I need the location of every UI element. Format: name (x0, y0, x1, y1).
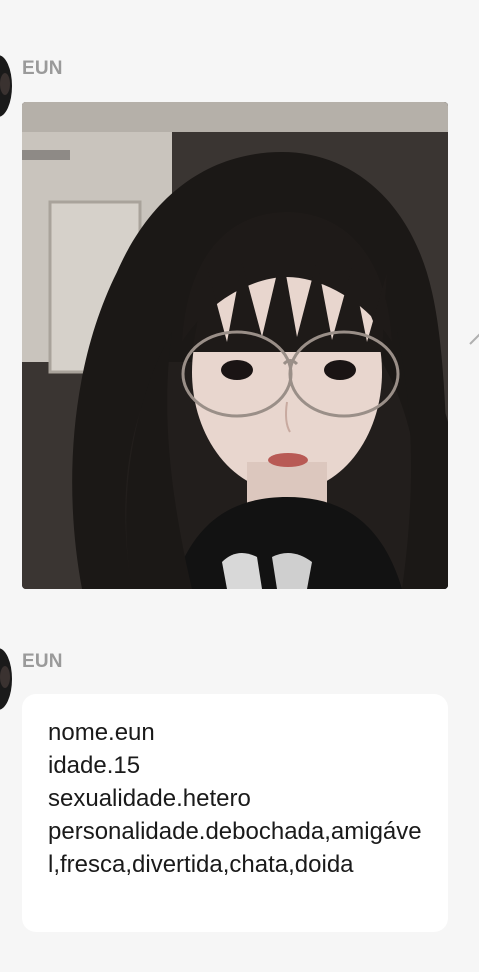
avatar[interactable] (0, 648, 12, 710)
sender-name: EUN (22, 651, 63, 672)
message-image[interactable] (22, 102, 448, 589)
selfie-photo (22, 102, 448, 589)
sender-name: EUN (22, 58, 63, 79)
message-text: nome.eun idade.15 sexualidade.hetero per… (48, 719, 422, 878)
message-bubble[interactable]: nome.eun idade.15 sexualidade.hetero per… (22, 694, 448, 932)
reply-arrow-icon[interactable] (468, 330, 479, 346)
avatar[interactable] (0, 55, 12, 117)
